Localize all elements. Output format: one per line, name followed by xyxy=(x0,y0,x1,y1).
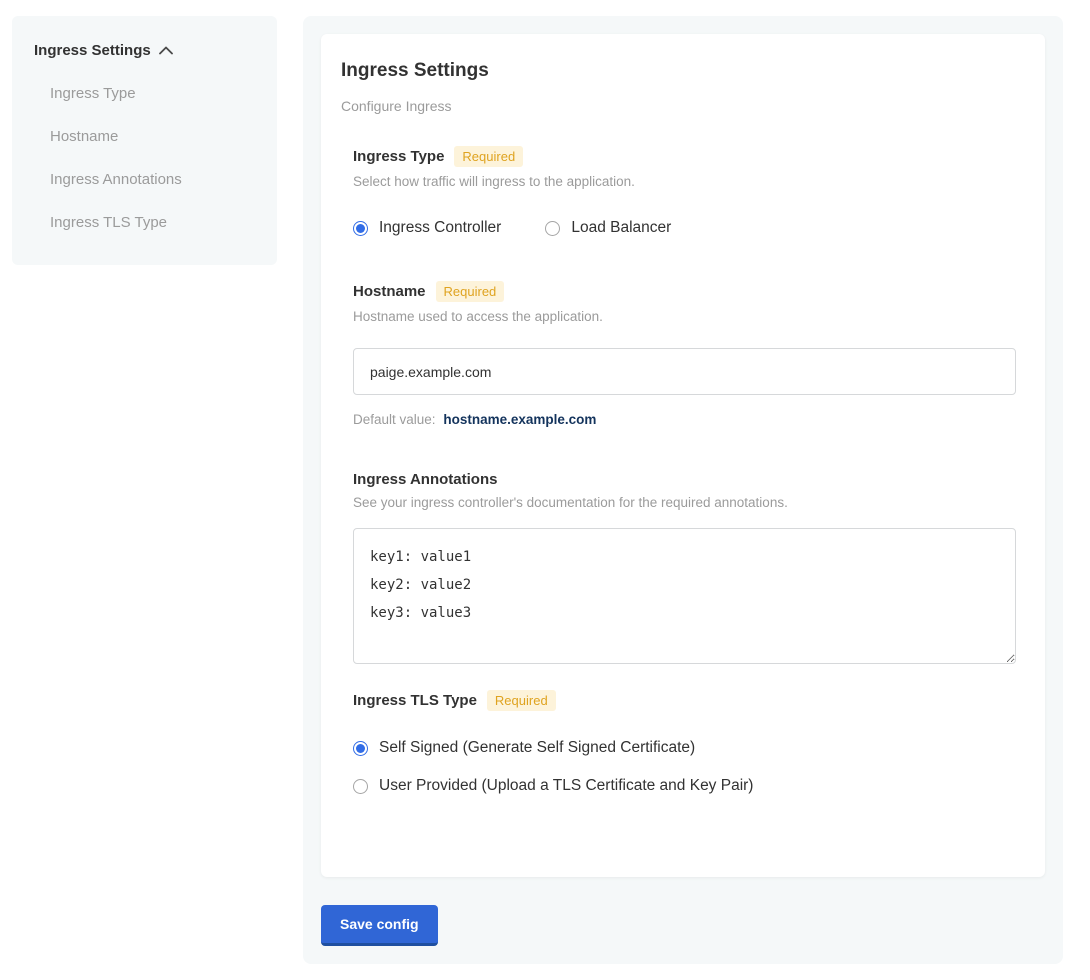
sidebar-item-hostname[interactable]: Hostname xyxy=(34,128,255,145)
chevron-up-icon xyxy=(159,46,173,55)
save-row: Save config xyxy=(321,905,1045,946)
radio-option-ingress-controller[interactable]: Ingress Controller xyxy=(353,219,501,237)
field-group-ingress-tls-type: Ingress TLS Type Required Self Signed (G… xyxy=(353,690,1015,795)
default-value-text: hostname.example.com xyxy=(443,412,596,427)
radio-label: Ingress Controller xyxy=(379,219,501,237)
sidebar-group-ingress-settings[interactable]: Ingress Settings xyxy=(34,42,255,59)
field-help-ingress-type: Select how traffic will ingress to the a… xyxy=(353,174,1015,189)
field-label-hostname: Hostname xyxy=(353,283,426,300)
hostname-default-line: Default value: hostname.example.com xyxy=(353,412,1015,427)
field-label-row: Ingress TLS Type Required xyxy=(353,690,1015,711)
radio-label: Load Balancer xyxy=(571,219,671,237)
field-group-ingress-type: Ingress Type Required Select how traffic… xyxy=(353,146,1015,237)
field-label-row: Ingress Type Required xyxy=(353,146,1015,167)
field-group-hostname: Hostname Required Hostname used to acces… xyxy=(353,281,1015,427)
field-group-ingress-annotations: Ingress Annotations See your ingress con… xyxy=(353,471,1015,664)
tls-type-radio-group: Self Signed (Generate Self Signed Certif… xyxy=(353,739,1015,795)
config-page: Ingress Settings Ingress Type Hostname I… xyxy=(0,0,1090,980)
sidebar-group-title: Ingress Settings xyxy=(34,42,151,59)
config-nav-sidebar: Ingress Settings Ingress Type Hostname I… xyxy=(12,16,277,265)
radio-option-user-provided[interactable]: User Provided (Upload a TLS Certificate … xyxy=(353,777,1015,795)
required-badge: Required xyxy=(454,146,523,167)
radio-button-icon[interactable] xyxy=(353,779,368,794)
save-config-button[interactable]: Save config xyxy=(321,905,438,946)
field-label-ingress-type: Ingress Type xyxy=(353,148,444,165)
sidebar-item-ingress-annotations[interactable]: Ingress Annotations xyxy=(34,171,255,188)
field-label-row: Ingress Annotations xyxy=(353,471,1015,488)
sidebar-item-ingress-type[interactable]: Ingress Type xyxy=(34,85,255,102)
ingress-annotations-textarea[interactable]: key1: value1 key2: value2 key3: value3 xyxy=(353,528,1016,664)
ingress-type-radio-group: Ingress Controller Load Balancer xyxy=(353,219,1015,237)
required-badge: Required xyxy=(487,690,556,711)
config-card: Ingress Settings Configure Ingress Ingre… xyxy=(321,34,1045,877)
radio-button-icon[interactable] xyxy=(353,221,368,236)
field-label-ingress-tls-type: Ingress TLS Type xyxy=(353,692,477,709)
field-help-hostname: Hostname used to access the application. xyxy=(353,309,1015,324)
radio-option-self-signed[interactable]: Self Signed (Generate Self Signed Certif… xyxy=(353,739,1015,757)
radio-button-icon[interactable] xyxy=(353,741,368,756)
page-title: Ingress Settings xyxy=(341,60,1015,82)
radio-label: Self Signed (Generate Self Signed Certif… xyxy=(379,739,695,757)
radio-option-load-balancer[interactable]: Load Balancer xyxy=(545,219,671,237)
required-badge: Required xyxy=(436,281,505,302)
default-value-prefix: Default value: xyxy=(353,412,436,427)
field-help-ingress-annotations: See your ingress controller's documentat… xyxy=(353,495,1015,510)
radio-label: User Provided (Upload a TLS Certificate … xyxy=(379,777,753,795)
field-label-row: Hostname Required xyxy=(353,281,1015,302)
sidebar-item-ingress-tls-type[interactable]: Ingress TLS Type xyxy=(34,214,255,231)
radio-button-icon[interactable] xyxy=(545,221,560,236)
field-label-ingress-annotations: Ingress Annotations xyxy=(353,471,497,488)
page-subtitle: Configure Ingress xyxy=(341,98,1015,114)
config-main-panel: Ingress Settings Configure Ingress Ingre… xyxy=(303,16,1063,964)
hostname-input[interactable] xyxy=(353,348,1016,395)
